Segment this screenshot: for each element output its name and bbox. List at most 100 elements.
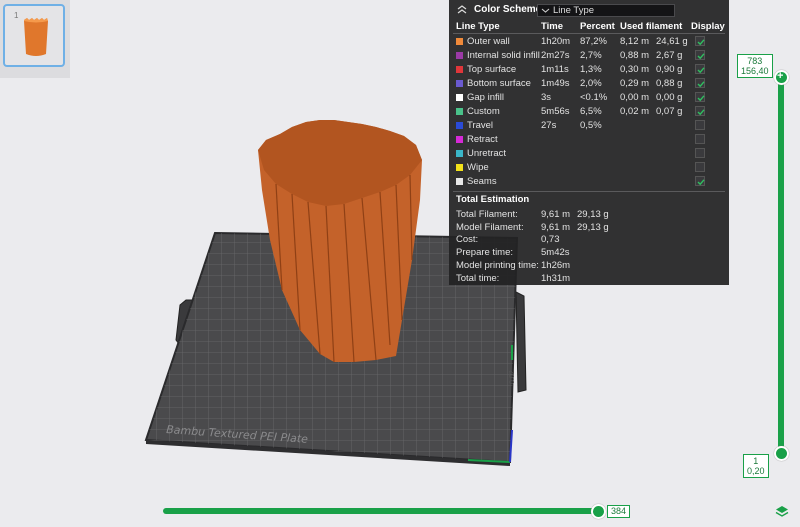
line-type-time: 5m56s (541, 106, 570, 117)
line-type-row: Outer wall 1h20m 87,2% 8,12 m 24,61 g (449, 35, 729, 49)
line-type-row: Seams (449, 175, 729, 189)
checkmark-icon (697, 53, 705, 60)
color-swatch (456, 150, 463, 157)
color-swatch (456, 80, 463, 87)
line-type-weight: 0,07 g (656, 106, 683, 117)
move-slider-value: 384 (607, 505, 631, 518)
color-swatch (456, 38, 463, 45)
layer-slider-top-handle[interactable]: + (774, 70, 789, 85)
estimation-value: 5m42s (541, 247, 570, 259)
estimation-value: 9,61 m (541, 221, 571, 233)
line-type-percent: 2,0% (580, 78, 602, 89)
checkmark-icon (697, 179, 705, 186)
panel-title: Color Scheme (474, 4, 542, 15)
bottom-layer-label: 1 0,20 (743, 454, 769, 478)
header-divider (453, 33, 725, 34)
layer-slider-bottom-handle[interactable] (774, 446, 789, 461)
line-type-name: Internal solid infill (467, 50, 540, 61)
display-checkbox[interactable] (695, 106, 705, 116)
display-checkbox[interactable] (695, 92, 705, 102)
move-slider-track[interactable] (163, 508, 603, 514)
svg-text:0.02: 0.02 (509, 370, 516, 384)
display-checkbox[interactable] (695, 64, 705, 74)
collapse-icon[interactable] (457, 4, 467, 14)
estimation-value: 1h26m (541, 259, 571, 271)
display-checkbox[interactable] (695, 120, 705, 130)
line-type-weight: 0,88 g (656, 78, 683, 89)
section-divider (453, 191, 725, 192)
plate-handle-right (515, 291, 527, 393)
estimation-extra: 29,13 g (577, 209, 609, 220)
color-swatch (456, 178, 463, 185)
color-scheme-panel: Color Scheme Line Type Line Type Time Pe… (449, 0, 729, 285)
line-type-time: 1h20m (541, 36, 571, 47)
line-type-percent: 0,5% (580, 120, 602, 131)
line-type-row: Unretract (449, 147, 729, 161)
checkmark-icon (697, 95, 705, 102)
color-swatch (456, 66, 463, 73)
line-type-time: 3s (541, 92, 552, 103)
color-swatch (456, 136, 463, 143)
estimation-label: Model Filament: (456, 221, 524, 233)
estimation-value: 9,61 m (541, 209, 571, 220)
display-checkbox[interactable] (695, 78, 705, 88)
header-display: Display (691, 21, 725, 32)
chevron-down-icon (541, 8, 550, 13)
display-checkbox[interactable] (695, 134, 705, 144)
move-slider-handle[interactable] (591, 504, 606, 519)
color-swatch (456, 52, 463, 59)
checkmark-icon (697, 39, 705, 46)
line-type-row: Travel 27s 0,5% (449, 119, 729, 133)
line-type-time: 2m27s (541, 50, 570, 61)
color-swatch (456, 164, 463, 171)
line-type-name: Unretract (467, 148, 507, 159)
display-checkbox[interactable] (695, 36, 705, 46)
line-type-length: 0,00 m (620, 92, 650, 103)
header-percent: Percent (580, 21, 615, 32)
line-type-percent: 2,7% (580, 50, 602, 61)
estimation-extra: 29,13 g (577, 221, 609, 233)
header-line-type: Line Type (456, 21, 500, 32)
checkmark-icon (697, 81, 705, 88)
line-type-name: Retract (467, 134, 498, 145)
display-checkbox[interactable] (695, 50, 705, 60)
total-estimation-title: Total Estimation (456, 194, 530, 205)
line-type-length: 8,12 m (620, 36, 650, 47)
estimation-value: 1h31m (541, 272, 571, 284)
line-type-row: Gap infill 3s <0.1% 0,00 m 0,00 g (449, 91, 729, 105)
line-type-row: Top surface 1m11s 1,3% 0,30 m 0,90 g (449, 63, 729, 77)
display-checkbox[interactable] (695, 176, 705, 186)
line-type-name: Bottom surface (467, 78, 531, 89)
line-type-name: Gap infill (467, 92, 504, 103)
layer-slider-track[interactable] (778, 74, 784, 454)
top-layer-number: 783 (747, 56, 763, 66)
line-type-length: 0,30 m (620, 64, 650, 75)
color-scheme-value: Line Type (553, 5, 595, 16)
plus-icon: + (777, 70, 784, 82)
estimation-label: Model printing time: (456, 259, 539, 271)
color-swatch (456, 94, 463, 101)
estimation-label: Total Filament: (456, 209, 518, 220)
estimation-label: Cost: (456, 234, 479, 246)
display-checkbox[interactable] (695, 148, 705, 158)
color-scheme-select[interactable]: Line Type (537, 4, 675, 17)
line-type-row: Retract (449, 133, 729, 147)
layers-icon[interactable] (775, 505, 789, 519)
line-type-row: Custom 5m56s 6,5% 0,02 m 0,07 g (449, 105, 729, 119)
bottom-layer-number: 1 (753, 456, 759, 466)
panel-header: Color Scheme Line Type (449, 0, 729, 19)
line-type-time: 1m11s (541, 64, 569, 75)
line-type-percent: 87,2% (580, 36, 607, 47)
checkmark-icon (697, 67, 705, 74)
color-swatch (456, 122, 463, 129)
line-type-name: Custom (467, 106, 500, 117)
line-type-length: 0,02 m (620, 106, 650, 117)
display-checkbox[interactable] (695, 162, 705, 172)
line-type-length: 0,88 m (620, 50, 650, 61)
line-type-percent: <0.1% (580, 92, 608, 103)
estimation-value: 0,73 (541, 234, 560, 246)
line-type-weight: 24,61 g (656, 36, 688, 47)
top-layer-label: 783 156,40 (737, 54, 773, 78)
line-type-name: Wipe (467, 162, 489, 173)
line-type-name: Travel (467, 120, 494, 131)
